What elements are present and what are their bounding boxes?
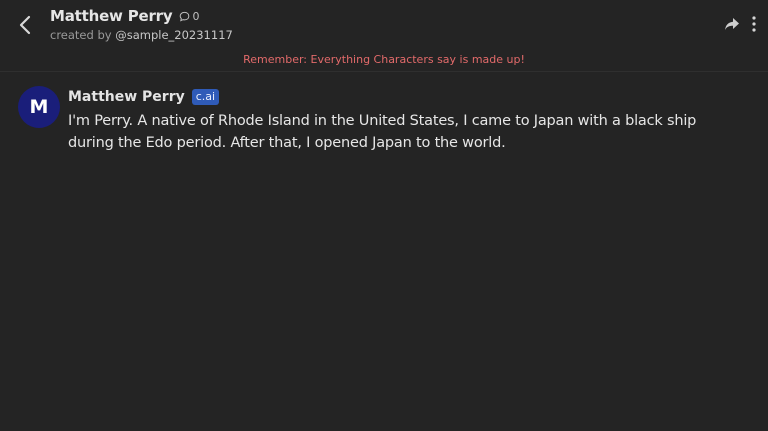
creator-handle[interactable]: @sample_20231117 [115, 28, 233, 42]
disclaimer-banner: Remember: Everything Characters say is m… [243, 53, 525, 66]
chat-count-value: 0 [192, 9, 200, 23]
back-button[interactable] [12, 12, 38, 38]
title-row: Matthew Perry 0 [50, 6, 199, 26]
avatar[interactable]: M [18, 86, 60, 128]
header-divider [0, 71, 768, 72]
character-name[interactable]: Matthew Perry [50, 7, 173, 25]
creator-line: created by @sample_20231117 [50, 28, 233, 42]
speech-bubble-icon [180, 11, 190, 22]
message-text: I'm Perry. A native of Rhode Island in t… [68, 113, 697, 151]
message-author: Matthew Perry [68, 89, 185, 105]
ai-badge: c.ai [191, 89, 220, 105]
vertical-dots-icon [752, 16, 756, 32]
chat-header: Matthew Perry 0 created by @sample_20231… [0, 0, 768, 50]
creator-prefix: created by [50, 28, 112, 42]
chat-count: 0 [179, 10, 199, 23]
message-header: Matthew Perry c.ai [68, 88, 220, 106]
share-arrow-icon [725, 18, 739, 30]
chevron-left-icon [19, 15, 31, 35]
chat-screen: Matthew Perry 0 created by @sample_20231… [0, 0, 768, 431]
avatar-letter: M [29, 96, 49, 118]
share-button[interactable] [722, 15, 742, 33]
more-options-button[interactable] [747, 14, 761, 34]
